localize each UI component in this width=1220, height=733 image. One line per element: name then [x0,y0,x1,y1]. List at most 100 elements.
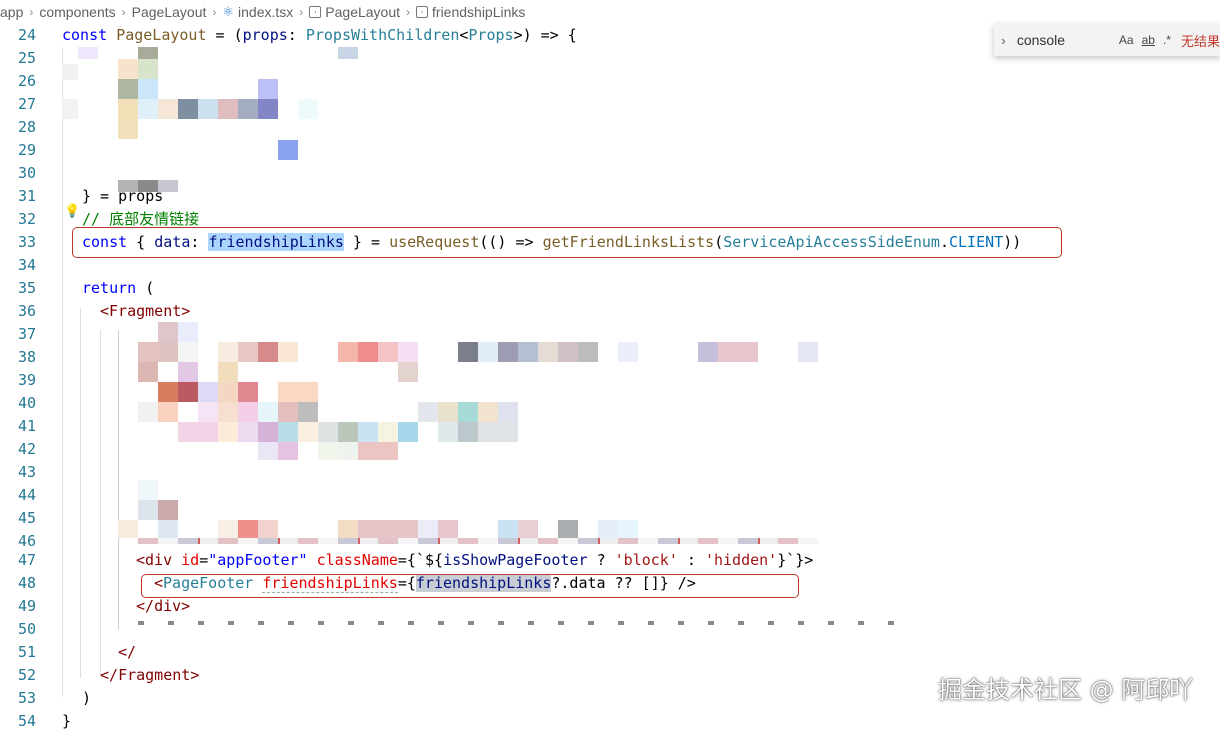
line-number: 43 [17,463,36,481]
line-number: 50 [17,620,36,638]
code-line[interactable]: 50 [0,618,1220,641]
code-line[interactable]: 34 [0,254,1220,277]
line-number: 27 [17,95,36,113]
identifier-token: props [242,26,288,44]
code-line[interactable]: 36 <Fragment> [0,300,1220,323]
code-line[interactable]: 49 </div> [0,595,1220,618]
breadcrumb-item-friendshiplinks[interactable]: · friendshipLinks [416,4,525,20]
line-number: 30 [17,164,36,182]
string-token: "appFooter" [208,551,308,569]
code-text: </div> [136,595,190,618]
breadcrumb-label: app [0,4,24,20]
code-line[interactable]: 54 } [0,710,1220,733]
punctuation-token: : [677,551,705,569]
line-number: 28 [17,118,36,136]
line-number: 40 [17,394,36,412]
jsx-tag-token: div [154,597,182,615]
line-number: 45 [17,509,36,527]
code-line[interactable]: 38 [0,346,1220,369]
line-number: 51 [17,643,36,661]
jsx-tag-token: Fragment [109,302,182,320]
match-case-toggle[interactable]: Aa [1119,33,1134,47]
code-line[interactable]: 40 [0,392,1220,415]
chevron-right-icon: › [212,5,217,19]
code-line[interactable]: 37 [0,323,1220,346]
line-number: 47 [17,551,36,569]
code-editor[interactable]: 24 const PageLayout = (props: PropsWithC… [0,24,1220,730]
jsx-tag-token: Fragment [118,666,191,684]
punctuation-token: ={`${ [397,551,444,569]
code-line[interactable]: 41 [0,415,1220,438]
code-text: } = props [82,187,164,205]
breadcrumb: app › components › PageLayout › ⚛ index.t… [0,0,1220,24]
jsx-attribute-token: id [181,551,200,569]
punctuation-token: < [136,551,146,569]
line-number: 38 [17,348,36,366]
punctuation-token: : [287,26,306,44]
line-number: 42 [17,440,36,458]
find-input[interactable]: console [1017,29,1111,51]
code-line[interactable]: 28 [0,116,1220,139]
code-line[interactable]: 27 [0,93,1220,116]
breadcrumb-item-app[interactable]: app [0,4,23,20]
code-text: </ [118,643,137,661]
code-line[interactable]: 45 [0,507,1220,530]
watermark: 掘金技术社区 @ 阿邱吖 [938,676,1194,704]
chevron-right-icon: › [406,5,411,19]
type-token: Props [468,26,514,44]
line-number: 49 [17,597,36,615]
punctuation-token: < [100,302,110,320]
punctuation-token: = [199,551,209,569]
variable-symbol-icon: · [309,6,322,18]
keyword-token: return [82,279,137,297]
string-token: 'hidden' [704,551,778,569]
line-number: 25 [17,49,36,67]
line-number: 24 [17,26,36,44]
breadcrumb-label: PageLayout [325,4,401,20]
punctuation-token: > [190,666,200,684]
line-number: 34 [17,256,36,274]
breadcrumb-label: index.tsx [238,4,294,20]
line-number: 37 [17,325,36,343]
punctuation-token: ? [587,551,615,569]
code-text: const PageLayout = (props: PropsWithChil… [62,24,577,47]
code-text: return ( [82,277,154,300]
code-line[interactable]: 26 [0,70,1220,93]
line-number: 29 [17,141,36,159]
breadcrumb-item-pagelayout-symbol[interactable]: · PageLayout [309,4,400,20]
code-line[interactable]: 30 [0,162,1220,185]
punctuation-token: >) => { [513,26,577,44]
chevron-right-icon: › [299,5,304,19]
whole-word-toggle[interactable]: ab [1142,33,1155,47]
breadcrumb-item-pagelayout-folder[interactable]: PageLayout [132,4,207,20]
breadcrumb-item-index-tsx[interactable]: ⚛ index.tsx [222,4,293,20]
code-line[interactable]: 44 [0,484,1220,507]
code-line[interactable]: 43 [0,461,1220,484]
line-number: 53 [17,689,36,707]
code-line[interactable]: 29 [0,139,1220,162]
punctuation-token: > [181,302,191,320]
code-line[interactable]: 31 } = props [0,185,1220,208]
breadcrumb-item-components[interactable]: components [39,4,115,20]
code-line[interactable]: 39 [0,369,1220,392]
punctuation-token: </ [136,597,155,615]
line-number: 39 [17,371,36,389]
code-text: ) [82,689,92,707]
code-line[interactable]: 47 <div id="appFooter" className={`${isS… [0,549,1220,572]
code-line[interactable]: 51 </ [0,641,1220,664]
line-number: 54 [17,712,36,730]
punctuation-token: > [181,597,191,615]
line-number: 44 [17,486,36,504]
jsx-attribute-token: className [316,551,398,569]
line-number: 36 [17,302,36,320]
find-widget: › console Aa ab .* 无结果 [994,24,1220,56]
code-line[interactable]: 42 [0,438,1220,461]
regex-toggle[interactable]: .* [1163,33,1171,47]
code-text: </Fragment> [100,664,199,687]
chevron-right-icon[interactable]: › [994,33,1013,48]
string-token: 'block' [614,551,678,569]
lightbulb-icon[interactable]: 💡 [64,204,80,219]
code-line[interactable]: 35 return ( [0,277,1220,300]
line-number: 35 [17,279,36,297]
line-number: 41 [17,417,36,435]
